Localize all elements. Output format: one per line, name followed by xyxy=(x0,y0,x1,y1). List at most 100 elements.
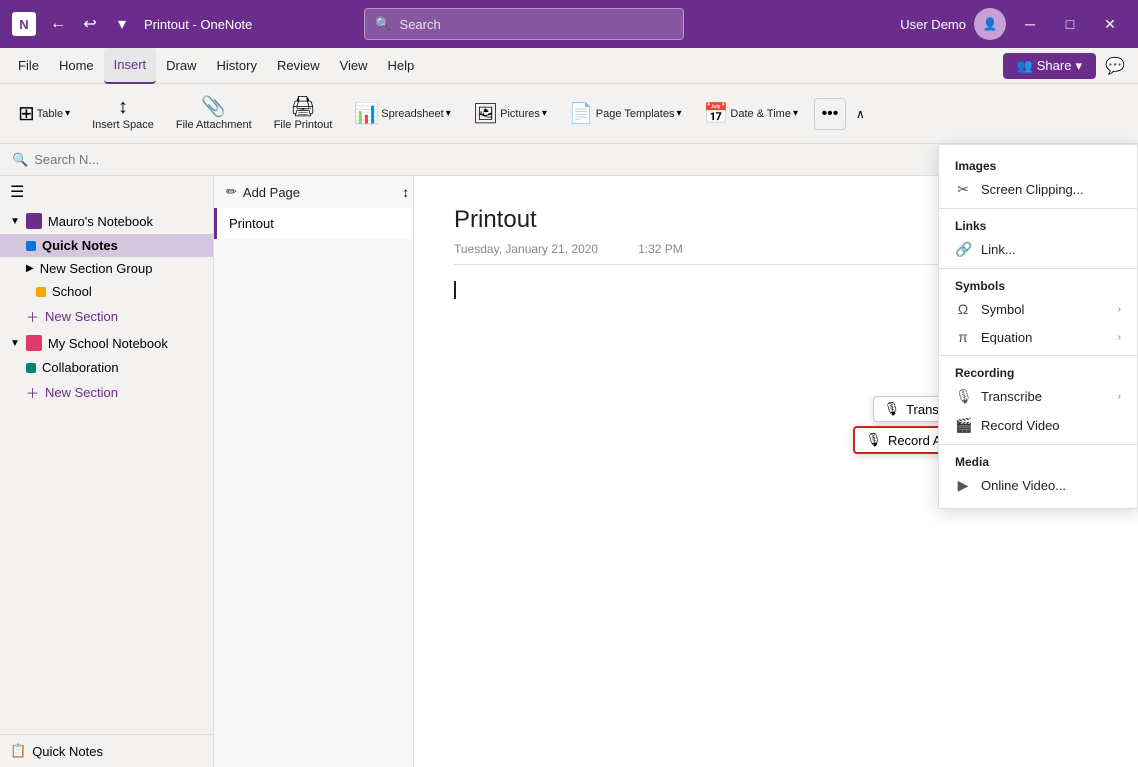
symbol-icon: Ω xyxy=(955,301,971,317)
dropdown-screen-clipping[interactable]: ✂ Screen Clipping... xyxy=(939,175,1137,204)
sidebar-item-new-section-group[interactable]: ▶ New Section Group xyxy=(0,257,213,280)
transcribe-icon: 🎙 xyxy=(955,388,971,405)
logo-text: N xyxy=(19,17,28,32)
title-bar-right: User Demo 👤 ─ □ ✕ xyxy=(900,8,1126,40)
new-section-2-label: New Section xyxy=(45,385,118,400)
add-page-label: Add Page xyxy=(243,185,300,200)
sidebar-item-new-section-1[interactable]: ＋ New Section xyxy=(0,303,213,330)
menu-view[interactable]: View xyxy=(330,48,378,84)
link-icon: 🔗 xyxy=(955,241,971,258)
ribbon-file-attachment[interactable]: 📎 File Attachment xyxy=(166,88,262,140)
ribbon-more-button[interactable]: ••• xyxy=(814,98,846,130)
dropdown-online-video[interactable]: ▶ Online Video... xyxy=(939,471,1137,500)
insert-space-icon: ↕ xyxy=(118,97,128,117)
sidebar-item-school[interactable]: School xyxy=(0,280,213,303)
app-logo: N xyxy=(12,12,36,36)
dropdown-link[interactable]: 🔗 Link... xyxy=(939,235,1137,264)
bottom-label: Quick Notes xyxy=(32,744,103,759)
bottom-icon: 📋 xyxy=(10,743,26,759)
school-label: School xyxy=(52,284,92,299)
add-page-button[interactable]: ✏ Add Page xyxy=(214,176,312,208)
notebook-mauros[interactable]: ▼ Mauro's Notebook xyxy=(0,208,213,234)
search-icon: 🔍 xyxy=(375,16,391,32)
collaboration-label: Collaboration xyxy=(42,360,119,375)
pages-panel: ✏ Add Page ↕ Printout xyxy=(214,176,414,767)
ribbon-pictures[interactable]: 🖼 Pictures ▾ xyxy=(463,88,557,140)
title-search-box[interactable]: 🔍 xyxy=(364,8,684,40)
sidebar-bottom-quick-notes[interactable]: 📋 Quick Notes xyxy=(0,734,213,767)
title-controls-left: ← ↩ ▾ xyxy=(44,10,136,38)
ribbon-file-printout[interactable]: 🖨 File Printout xyxy=(264,88,343,140)
share-button[interactable]: 👥 Share ▾ xyxy=(1003,53,1096,79)
ribbon-date-time[interactable]: 📅 Date & Time ▾ xyxy=(694,88,808,140)
table-label: Table xyxy=(37,108,63,120)
dropdown-transcribe[interactable]: 🎙 Transcribe › xyxy=(939,382,1137,411)
feedback-button[interactable]: 💬 xyxy=(1100,51,1130,81)
menu-insert[interactable]: Insert xyxy=(104,48,157,84)
separator-2 xyxy=(939,268,1137,269)
section-search-input[interactable] xyxy=(34,152,234,167)
transcribe-label: Transcribe xyxy=(981,389,1042,404)
date-time-label: Date & Time xyxy=(730,108,791,120)
spreadsheet-label: Spreadsheet xyxy=(381,108,443,120)
search-input[interactable] xyxy=(400,17,674,32)
sidebar-item-new-section-2[interactable]: ＋ New Section xyxy=(0,379,213,406)
menu-home[interactable]: Home xyxy=(49,48,104,84)
notebook-school-label: My School Notebook xyxy=(48,336,168,351)
ribbon-table[interactable]: ⊞ Table ▾ xyxy=(8,88,80,140)
ribbon-insert-space[interactable]: ↕ Insert Space xyxy=(82,88,164,140)
sidebar-item-quick-notes[interactable]: Quick Notes xyxy=(0,234,213,257)
page-date: Tuesday, January 21, 2020 xyxy=(454,242,598,256)
menu-help[interactable]: Help xyxy=(378,48,425,84)
menu-file[interactable]: File xyxy=(8,48,49,84)
transcribe-toolbar-icon: 🎙 xyxy=(884,401,901,417)
page-item-printout[interactable]: Printout xyxy=(214,208,413,239)
quick-notes-dot xyxy=(26,241,36,251)
sort-pages-button[interactable]: ↕ xyxy=(398,181,413,204)
menu-bar: File Home Insert Draw History Review Vie… xyxy=(0,48,1138,84)
page-time: 1:32 PM xyxy=(638,242,683,256)
ribbon-page-templates[interactable]: 📄 Page Templates ▾ xyxy=(559,88,692,140)
minimize-button[interactable]: ─ xyxy=(1014,8,1046,40)
pictures-label: Pictures xyxy=(500,108,540,120)
close-button[interactable]: ✕ xyxy=(1094,8,1126,40)
dropdown-symbol[interactable]: Ω Symbol › xyxy=(939,295,1137,323)
collaboration-dot xyxy=(26,363,36,373)
page-templates-icon: 📄 xyxy=(569,104,594,124)
new-section-1-label: New Section xyxy=(45,309,118,324)
online-video-label: Online Video... xyxy=(981,478,1066,493)
equation-arrow: › xyxy=(1118,332,1121,343)
dropdown-equation[interactable]: π Equation › xyxy=(939,323,1137,351)
dropdown-recording-title: Recording xyxy=(939,360,1137,382)
app-title: Printout - OneNote xyxy=(144,17,252,32)
file-printout-label: File Printout xyxy=(274,119,333,131)
ribbon-spreadsheet[interactable]: 📊 Spreadsheet ▾ xyxy=(344,88,460,140)
file-attachment-icon: 📎 xyxy=(201,97,226,117)
equation-label: Equation xyxy=(981,330,1032,345)
back-button[interactable]: ← xyxy=(44,10,72,38)
share-icon: 👥 xyxy=(1017,58,1033,74)
notebook-school[interactable]: ▼ My School Notebook xyxy=(0,330,213,356)
record-video-label: Record Video xyxy=(981,418,1060,433)
menu-history[interactable]: History xyxy=(207,48,267,84)
undo-button[interactable]: ↩ xyxy=(76,10,104,38)
menu-draw[interactable]: Draw xyxy=(156,48,206,84)
menu-review[interactable]: Review xyxy=(267,48,330,84)
ribbon-collapse-button[interactable]: ∧ xyxy=(852,103,869,125)
sidebar-toggle[interactable]: ☰ xyxy=(0,176,213,208)
sidebar: ☰ ▼ Mauro's Notebook Quick Notes ▶ New S… xyxy=(0,176,214,767)
symbol-label: Symbol xyxy=(981,302,1024,317)
maximize-button[interactable]: □ xyxy=(1054,8,1086,40)
notebook-school-icon xyxy=(26,335,42,351)
notebook-expand-icon: ▼ xyxy=(10,216,20,227)
record-video-icon: 🎬 xyxy=(955,417,971,434)
screen-clipping-icon: ✂ xyxy=(955,181,971,198)
username: User Demo xyxy=(900,17,966,32)
redo-dropdown-button[interactable]: ▾ xyxy=(108,10,136,38)
dropdown-record-video[interactable]: 🎬 Record Video xyxy=(939,411,1137,440)
separator-3 xyxy=(939,355,1137,356)
sidebar-item-collaboration[interactable]: Collaboration xyxy=(0,356,213,379)
quick-notes-label: Quick Notes xyxy=(42,238,118,253)
page-templates-label: Page Templates xyxy=(596,108,675,120)
notebook-mauros-label: Mauro's Notebook xyxy=(48,214,153,229)
